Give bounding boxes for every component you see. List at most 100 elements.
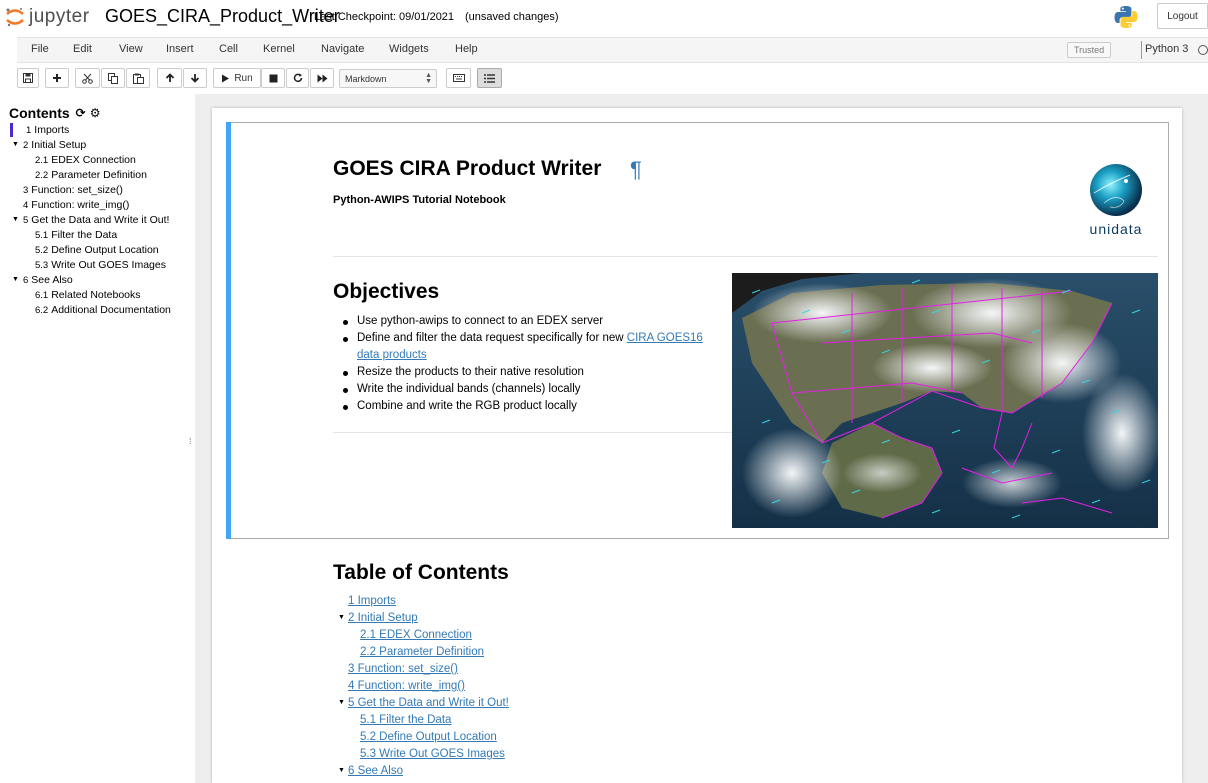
collapse-arrow-icon[interactable]: ▼ (12, 276, 19, 283)
toc-link[interactable]: 5 Get the Data and Write it Out! (348, 697, 509, 709)
toc-item-define-output[interactable]: 5.2 Define Output Location (35, 244, 159, 256)
goes-satellite-image (732, 273, 1162, 528)
page-title: GOES CIRA Product Writer (333, 157, 602, 180)
kernel-name[interactable]: Python 3 (1145, 43, 1188, 55)
menu-insert[interactable]: Insert (166, 43, 194, 55)
jupyter-logo-icon (4, 6, 26, 28)
cut-icon (82, 73, 93, 84)
toc-link[interactable]: 3 Function: set_size() (348, 663, 458, 675)
collapse-arrow-icon[interactable]: ▼ (338, 699, 345, 706)
trusted-indicator[interactable]: Trusted (1067, 42, 1112, 58)
run-button[interactable]: Run (213, 68, 261, 88)
toc-link[interactable]: 1 Imports (348, 595, 396, 607)
run-icon (222, 74, 230, 82)
arrow-down-icon (190, 74, 200, 83)
menu-cell[interactable]: Cell (219, 43, 238, 55)
toc-item-edex-connection[interactable]: 2.1 EDEX Connection (35, 154, 136, 166)
command-palette-button[interactable] (446, 68, 471, 88)
jupyter-logo[interactable]: jupyter (4, 5, 90, 29)
logout-button[interactable]: Logout (1157, 3, 1208, 29)
subtitle: Python-AWIPS Tutorial Notebook (333, 194, 506, 206)
refresh-icon[interactable]: ⟳ (76, 106, 86, 120)
toc-item-write-goes[interactable]: 5.3 Write Out GOES Images (35, 259, 166, 271)
divider (333, 256, 1158, 257)
anchor-link[interactable]: ¶ (630, 157, 642, 183)
menu-navigate[interactable]: Navigate (321, 43, 364, 55)
toc-item-filter-data[interactable]: 5.1 Filter the Data (35, 229, 117, 241)
toc-heading: Table of Contents (333, 561, 509, 584)
toc-item-get-data[interactable]: 5 Get the Data and Write it Out! (23, 214, 169, 226)
collapse-arrow-icon[interactable]: ▼ (338, 767, 345, 774)
objectives-heading: Objectives (333, 280, 440, 303)
save-icon (23, 73, 33, 83)
copy-icon (107, 72, 118, 84)
divider (333, 432, 733, 433)
toc-link[interactable]: 5.1 Filter the Data (360, 714, 451, 726)
menu-kernel[interactable]: Kernel (263, 43, 295, 55)
toc-link[interactable]: 5.3 Write Out GOES Images (360, 748, 505, 760)
menu-file[interactable]: File (31, 43, 49, 55)
copy-button[interactable] (101, 68, 125, 88)
toc-item-imports[interactable]: 1 Imports (26, 124, 69, 136)
restart-run-all-button[interactable] (310, 68, 334, 88)
list-item: Resize the products to their native reso… (333, 364, 728, 381)
list-item: Combine and write the RGB product locall… (333, 398, 728, 415)
objectives-list: Use python-awips to connect to an EDEX s… (333, 313, 728, 415)
toc-title: Contents (9, 105, 70, 121)
plus-icon (53, 74, 61, 82)
toc-link[interactable]: 5.2 Define Output Location (360, 731, 497, 743)
move-up-button[interactable] (157, 68, 182, 88)
toc-item-additional-docs[interactable]: 6.2 Additional Documentation (35, 304, 171, 316)
toc-link[interactable]: 2.2 Parameter Definition (360, 646, 484, 658)
collapse-arrow-icon[interactable]: ▼ (338, 614, 345, 621)
python-logo-icon (1114, 5, 1138, 29)
menu-help[interactable]: Help (455, 43, 478, 55)
autosave-status: (unsaved changes) (465, 11, 559, 23)
unidata-logo-text: unidata (1090, 221, 1143, 237)
toc-link[interactable]: 4 Function: write_img() (348, 680, 465, 692)
list-item: Use python-awips to connect to an EDEX s… (333, 313, 728, 330)
arrow-up-icon (165, 73, 174, 82)
toc-item-parameter-definition[interactable]: 2.2 Parameter Definition (35, 169, 147, 181)
kernel-separator (1141, 41, 1142, 59)
cut-button[interactable] (75, 68, 100, 88)
paste-icon (132, 73, 144, 84)
collapse-arrow-icon[interactable]: ▼ (12, 141, 19, 148)
sidebar-resize-handle[interactable]: ⁞ (189, 436, 192, 446)
toc-header: Contents ⟳ ⚙ (9, 105, 101, 121)
toolbar: Run Markdown ▲ ▼ (17, 68, 1208, 90)
toc-item-see-also[interactable]: 6 See Also (23, 274, 73, 286)
collapse-arrow-icon[interactable]: ▼ (12, 216, 19, 223)
toc-item-initial-setup[interactable]: 2 Initial Setup (23, 139, 86, 151)
menu-widgets[interactable]: Widgets (389, 43, 429, 55)
toc-link[interactable]: 6 See Also (348, 765, 403, 777)
menubar: File Edit View Insert Cell Kernel Naviga… (17, 37, 1208, 63)
notebook-name[interactable]: GOES_CIRA_Product_Writer (105, 6, 340, 27)
cell-type-select[interactable]: Markdown ▲ ▼ (339, 69, 437, 88)
restart-icon (293, 73, 302, 83)
menu-edit[interactable]: Edit (73, 43, 92, 55)
unidata-logo: unidata (1080, 163, 1152, 238)
toc-item-related-notebooks[interactable]: 6.1 Related Notebooks (35, 289, 141, 301)
restart-button[interactable] (286, 68, 309, 88)
toc-toggle-button[interactable] (477, 68, 502, 88)
select-caret-icon: ▲ ▼ (425, 72, 432, 85)
run-label: Run (234, 72, 253, 84)
move-down-button[interactable] (183, 68, 207, 88)
interrupt-button[interactable] (261, 68, 285, 88)
kernel-status-icon (1198, 45, 1208, 55)
toc-link[interactable]: 2 Initial Setup (348, 612, 418, 624)
save-button[interactable] (17, 68, 39, 88)
fast-forward-icon (317, 74, 327, 82)
menu-view[interactable]: View (119, 43, 143, 55)
toc-link[interactable]: 2.1 EDEX Connection (360, 629, 472, 641)
jupyter-logo-text: jupyter (29, 6, 90, 27)
gear-icon[interactable]: ⚙ (90, 106, 101, 120)
paste-button[interactable] (126, 68, 150, 88)
cell-selection-bar (226, 122, 231, 539)
list-icon (484, 73, 495, 83)
toc-active-indicator (10, 123, 13, 137)
insert-cell-button[interactable] (45, 68, 69, 88)
toc-item-write-img[interactable]: 4 Function: write_img() (23, 199, 129, 211)
toc-item-set-size[interactable]: 3 Function: set_size() (23, 184, 123, 196)
